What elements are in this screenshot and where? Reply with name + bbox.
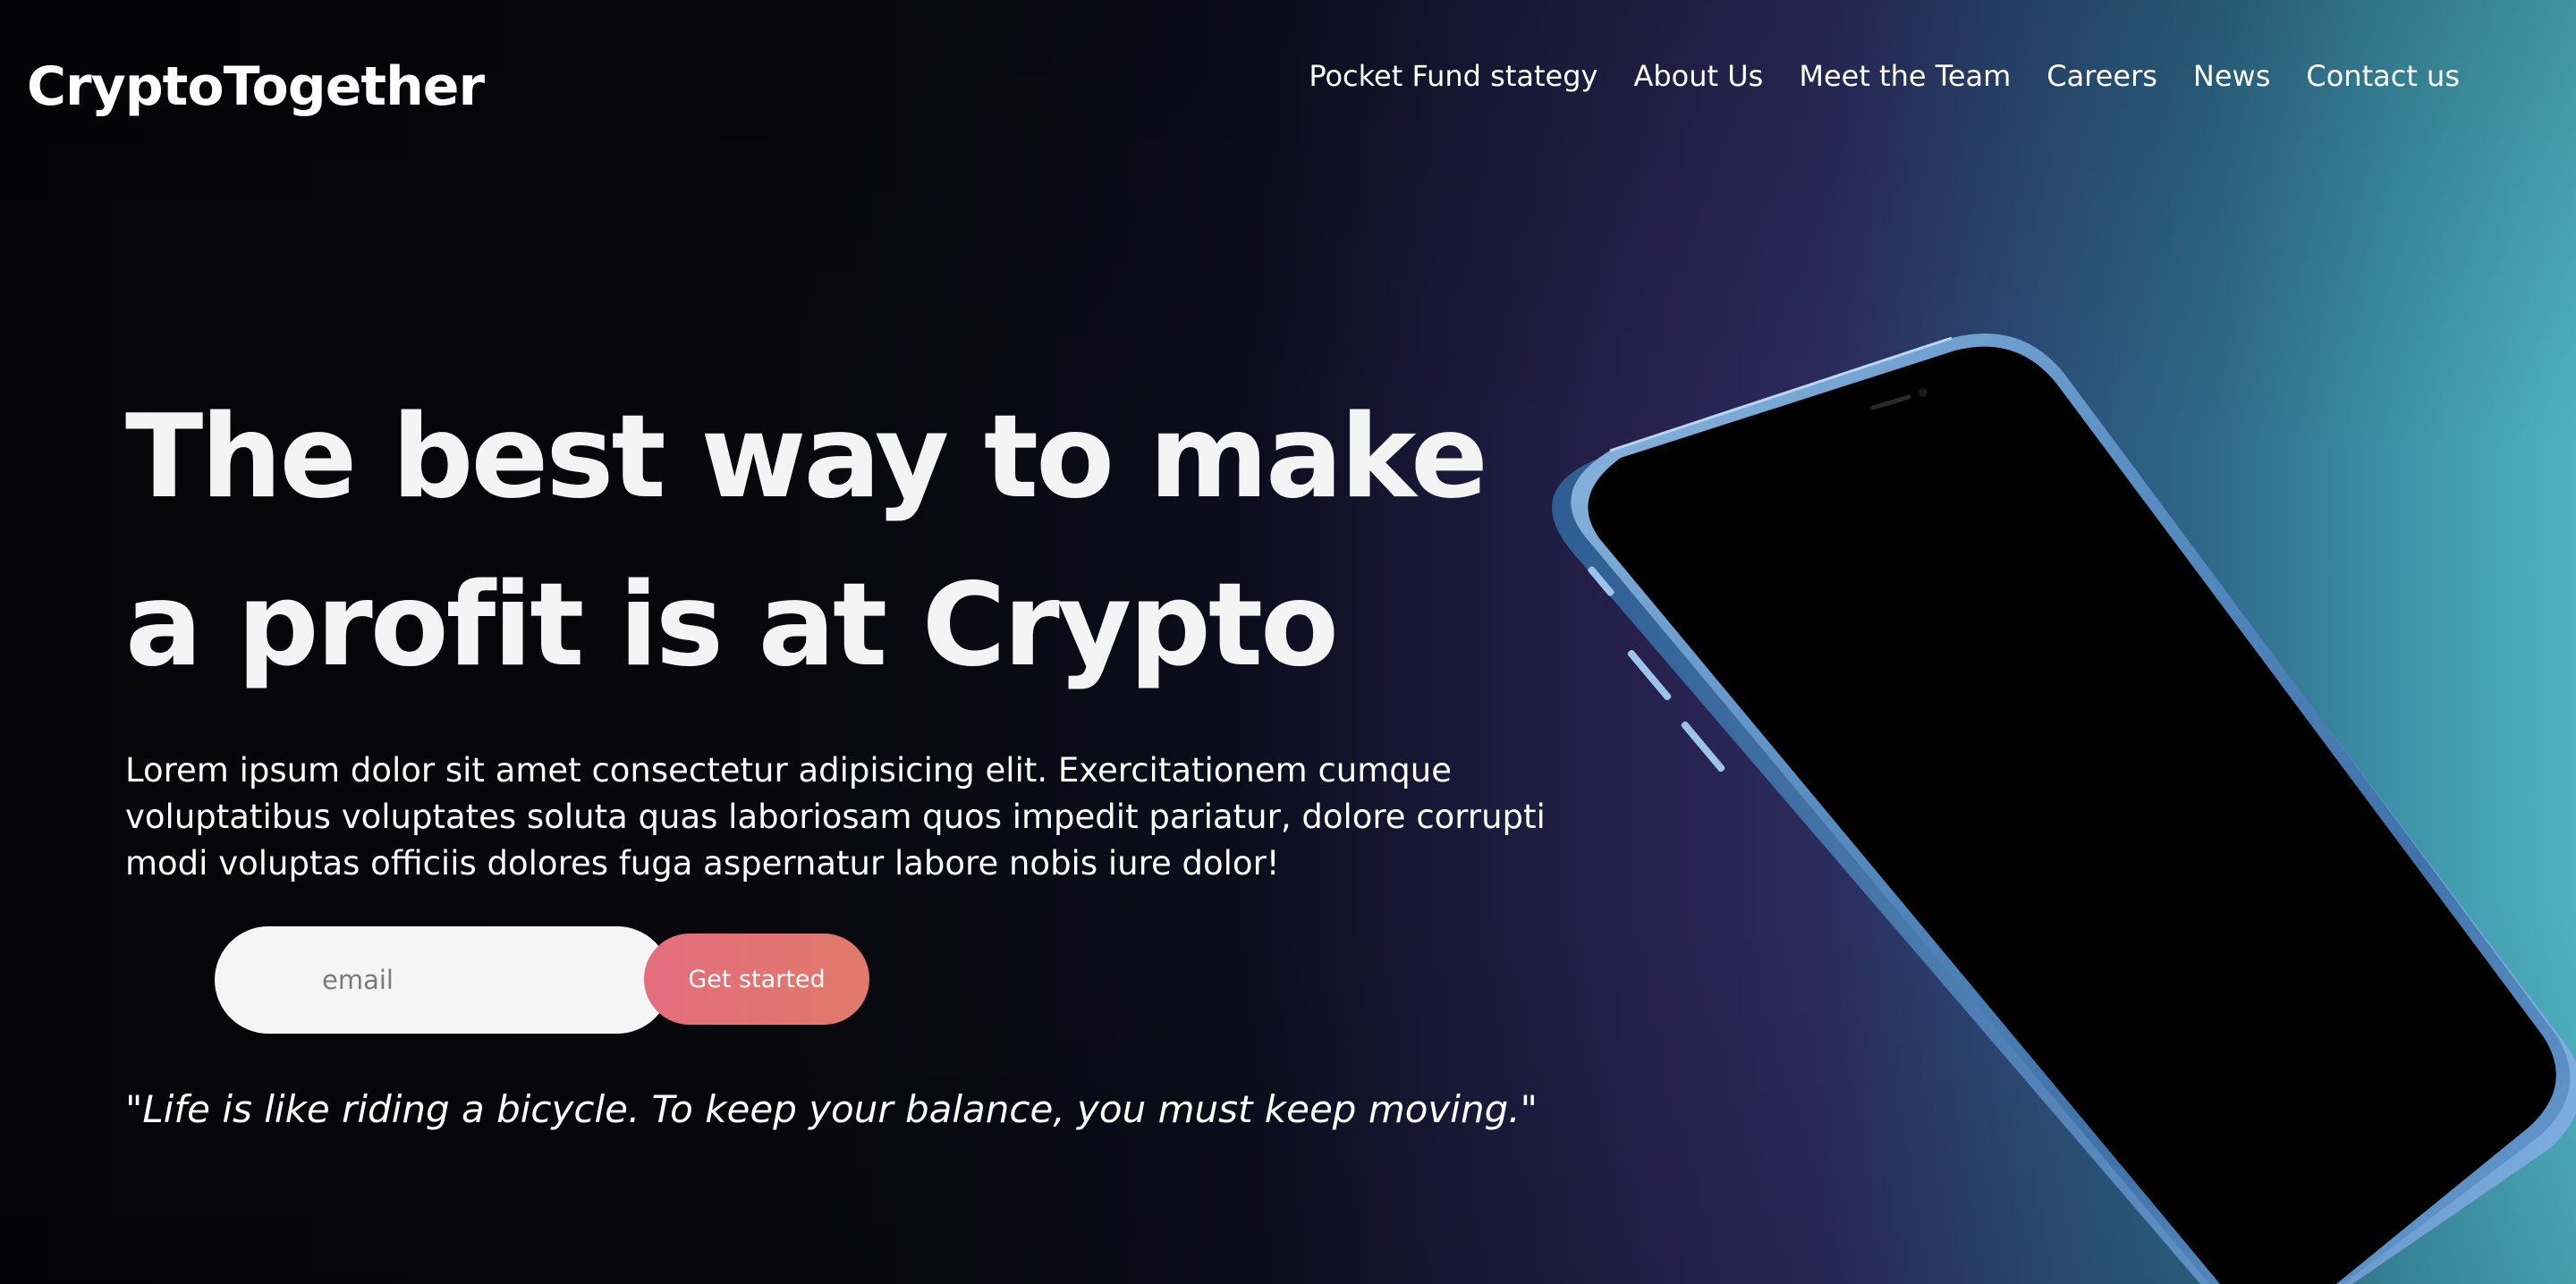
get-started-button[interactable]: Get started	[644, 933, 869, 1025]
main-nav: Pocket Fund stategy About Us Meet the Te…	[1309, 59, 2460, 93]
nav-link-news[interactable]: News	[2193, 59, 2270, 93]
signup-form: Get started	[215, 926, 877, 1035]
smartphone-icon	[1552, 334, 2576, 1284]
side-button	[1681, 721, 1725, 773]
email-input[interactable]	[215, 926, 671, 1034]
phone-screen	[1588, 346, 2556, 1284]
nav-link-about-us[interactable]: About Us	[1633, 59, 1763, 93]
nav-link-contact-us[interactable]: Contact us	[2306, 59, 2460, 93]
nav-link-pocket-fund-strategy[interactable]: Pocket Fund stategy	[1309, 59, 1597, 93]
brand-logo[interactable]: CryptoTogether	[27, 55, 485, 118]
front-camera	[1919, 388, 1928, 397]
nav-link-meet-the-team[interactable]: Meet the Team	[1799, 59, 2011, 93]
hero-quote: "Life is like riding a bicycle. To keep …	[125, 1087, 1538, 1131]
landing-page: CryptoTogether Pocket Fund stategy About…	[0, 0, 2576, 1284]
hero-description: Lorem ipsum dolor sit amet consectetur a…	[125, 751, 1546, 883]
hero-headline: The best way to make a profit is at Cryp…	[125, 391, 1488, 692]
nav-link-careers[interactable]: Careers	[2046, 59, 2157, 93]
